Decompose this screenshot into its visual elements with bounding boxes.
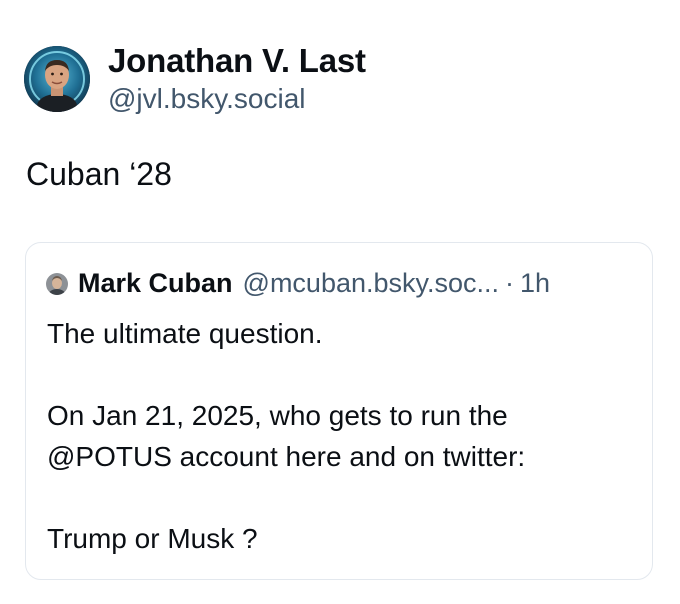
quoted-post-line: On Jan 21, 2025, who gets to run the (47, 400, 508, 431)
quoted-author-avatar[interactable] (46, 272, 68, 295)
author-names: Jonathan V. Last @jvl.bsky.social (108, 42, 366, 116)
person-avatar-icon (24, 46, 90, 112)
post[interactable]: Jonathan V. Last @jvl.bsky.social Cuban … (0, 0, 680, 604)
quoted-post-line: The ultimate question. (47, 318, 323, 349)
author-display-name[interactable]: Jonathan V. Last (108, 42, 366, 80)
post-author[interactable]: Jonathan V. Last @jvl.bsky.social (24, 42, 366, 116)
avatar[interactable] (24, 46, 90, 112)
quoted-author-handle[interactable]: @mcuban.bsky.soc... (243, 268, 500, 299)
quoted-post-header: Mark Cuban @mcuban.bsky.soc... · 1h (46, 268, 550, 299)
header-separator: · (505, 268, 515, 298)
author-handle[interactable]: @jvl.bsky.social (108, 82, 366, 116)
quoted-author-name[interactable]: Mark Cuban (78, 268, 233, 299)
quoted-post-line: Trump or Musk ? (47, 523, 258, 554)
quoted-post-timestamp[interactable]: 1h (520, 268, 550, 299)
quoted-post-line: @POTUS account here and on twitter: (47, 441, 526, 472)
person-avatar-small-icon (46, 272, 68, 295)
quoted-post-card[interactable]: Mark Cuban @mcuban.bsky.soc... · 1h The … (25, 242, 653, 580)
quoted-post-body: The ultimate question. On Jan 21, 2025, … (47, 313, 637, 559)
post-text: Cuban ‘28 (26, 156, 172, 192)
